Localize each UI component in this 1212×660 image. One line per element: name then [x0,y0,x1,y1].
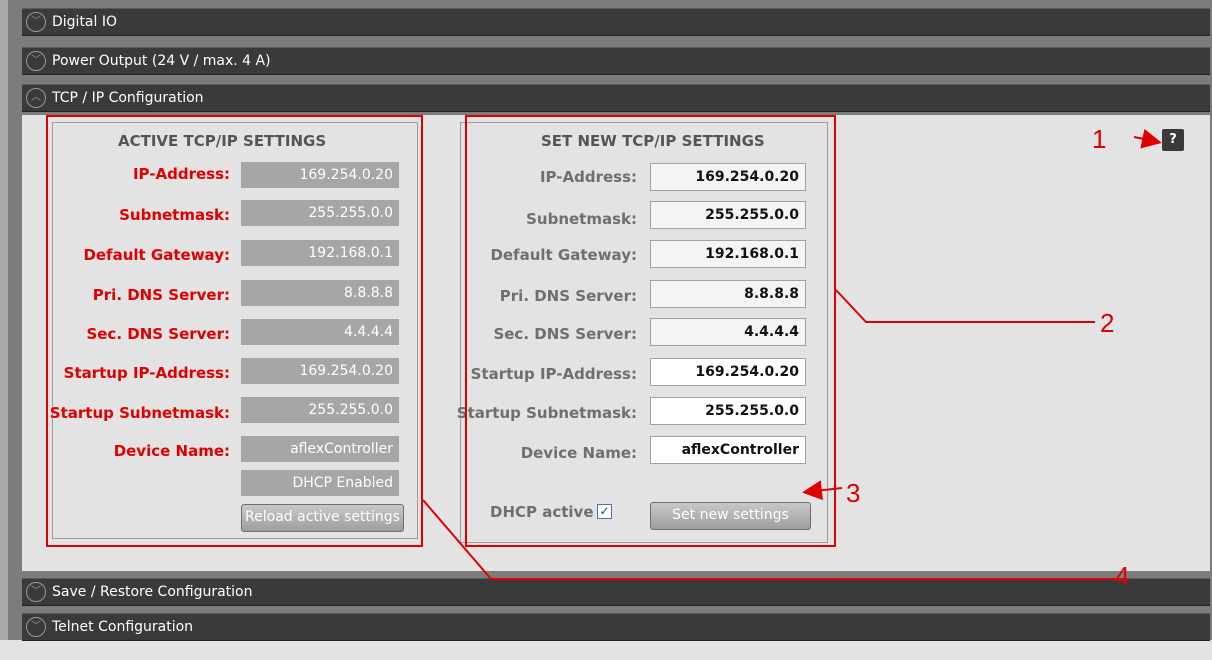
callout-number-1: 1 [1092,124,1107,154]
callout-number-3: 3 [846,478,861,508]
callout-3-arrow [802,480,843,501]
callout-4-line [422,499,1125,580]
callout-number-2: 2 [1100,308,1115,338]
callout-1-arrow [1133,128,1162,149]
annotation-lines [422,128,1162,580]
callout-2-line [835,289,1095,323]
callout-number-4: 4 [1115,561,1130,591]
